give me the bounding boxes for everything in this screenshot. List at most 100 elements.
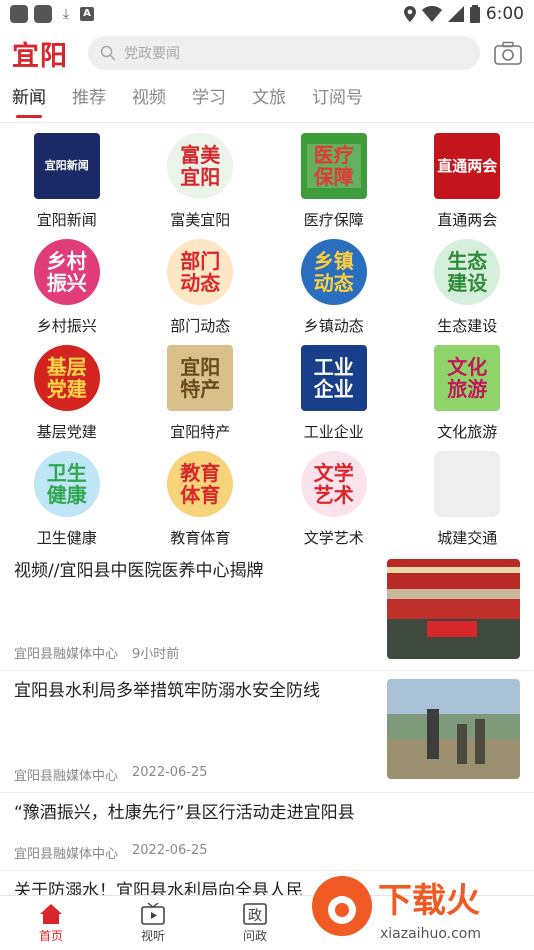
news-meta: 宜阳县融媒体中心 2022-06-25 <box>14 765 377 784</box>
category-item-rural-revival[interactable]: 乡村振兴 乡村振兴 <box>0 239 134 339</box>
news-title: 宜阳县水利局多举措筑牢防溺水安全防线 <box>14 681 320 701</box>
category-label: 医疗保障 <box>303 211 364 229</box>
news-thumbnail <box>387 679 520 779</box>
news-item[interactable]: 宜阳县水利局多举措筑牢防溺水安全防线 宜阳县融媒体中心 2022-06-25 <box>0 671 534 793</box>
category-label: 乡村振兴 <box>36 317 97 335</box>
department-news-icon: 部门动态 <box>167 239 234 305</box>
app-header: 宜阳 党政要闻 <box>0 28 534 78</box>
category-label: 文化旅游 <box>437 423 498 441</box>
health-icon: 卫生健康 <box>33 451 100 517</box>
category-item-medical-insurance[interactable]: 医疗保障 医疗保障 <box>267 133 401 233</box>
rural-revival-icon: 乡村振兴 <box>33 239 100 305</box>
zheng-icon: 政 <box>243 902 267 925</box>
medical-insurance-icon: 医疗保障 <box>300 133 367 199</box>
local-specialty-icon: 宜阳特产 <box>167 345 234 411</box>
education-sports-icon: 教育体育 <box>167 451 234 517</box>
urban-transport-icon <box>434 451 501 517</box>
category-label: 工业企业 <box>303 423 364 441</box>
category-label: 直通两会 <box>437 211 498 229</box>
tab-news[interactable]: 新闻 <box>12 78 46 122</box>
status-bar: ⤓ A 6:00 <box>0 0 534 28</box>
tv-icon <box>141 902 165 925</box>
news-time: 2022-06-25 <box>132 765 208 780</box>
category-item-eco-construction[interactable]: 生态建设 生态建设 <box>401 239 534 339</box>
category-label: 教育体育 <box>170 529 231 547</box>
app-logo: 宜阳 <box>12 40 68 72</box>
literature-art-icon: 文学艺术 <box>300 451 367 517</box>
category-item-fumei-yiyang[interactable]: 富美宜阳 富美宜阳 <box>134 133 268 233</box>
news-title: 视频//宜阳县中医院医养中心揭牌 <box>14 561 264 581</box>
watermark-logo: 下载火 xiazaihuo.com <box>312 876 481 942</box>
eco-construction-icon: 生态建设 <box>434 239 501 305</box>
category-label: 部门动态 <box>170 317 231 335</box>
nav-watch-listen[interactable]: 视听 <box>102 896 204 950</box>
notification-icon <box>34 5 52 23</box>
tab-study[interactable]: 学习 <box>192 78 226 122</box>
watermark-url: xiazaihuo.com <box>380 926 481 942</box>
location-icon <box>403 6 416 22</box>
home-icon <box>40 903 62 924</box>
yiyang-news-icon: 宜阳新闻 <box>33 133 100 199</box>
category-item-two-sessions[interactable]: 直通两会 直通两会 <box>401 133 534 233</box>
nav-label: 视听 <box>140 928 165 943</box>
search-bar[interactable]: 党政要闻 <box>88 36 480 70</box>
category-item-party-building[interactable]: 基层党建 基层党建 <box>0 345 134 445</box>
tab-culture-travel[interactable]: 文旅 <box>252 78 286 122</box>
category-item-yiyang-news[interactable]: 宜阳新闻 宜阳新闻 <box>0 133 134 233</box>
category-label: 宜阳新闻 <box>36 211 97 229</box>
news-thumbnail <box>387 559 520 659</box>
category-label: 乡镇动态 <box>303 317 364 335</box>
category-item-department-news[interactable]: 部门动态 部门动态 <box>134 239 268 339</box>
nav-label: 首页 <box>38 928 63 943</box>
news-meta: 宜阳县融媒体中心 9小时前 <box>14 643 377 662</box>
notification-icon <box>10 5 28 23</box>
two-sessions-icon: 直通两会 <box>434 133 501 199</box>
category-label: 城建交通 <box>437 529 498 547</box>
news-time: 2022-06-25 <box>132 843 208 858</box>
category-label: 卫生健康 <box>36 529 97 547</box>
category-item-education-sports[interactable]: 教育体育 教育体育 <box>134 451 268 551</box>
culture-tourism-icon: 文化旅游 <box>434 345 501 411</box>
channel-tabs: 新闻 推荐 视频 学习 文旅 订阅号 <box>0 78 534 123</box>
category-label: 文学艺术 <box>303 529 364 547</box>
category-label: 宜阳特产 <box>170 423 231 441</box>
search-icon <box>100 45 116 61</box>
nav-inquiry[interactable]: 政 问政 <box>204 896 306 950</box>
signal-icon <box>447 6 464 22</box>
category-item-local-specialty[interactable]: 宜阳特产 宜阳特产 <box>134 345 268 445</box>
category-label: 基层党建 <box>36 423 97 441</box>
news-time: 9小时前 <box>132 647 180 662</box>
news-meta: 宜阳县融媒体中心 2022-06-25 <box>14 843 510 862</box>
category-item-township-news[interactable]: 乡镇动态 乡镇动态 <box>267 239 401 339</box>
status-time: 6:00 <box>485 4 524 24</box>
nav-home[interactable]: 首页 <box>0 896 102 950</box>
fumei-yiyang-icon: 富美宜阳 <box>167 133 234 199</box>
category-item-health[interactable]: 卫生健康 卫生健康 <box>0 451 134 551</box>
category-item-urban-transport[interactable]: 城建交通 <box>401 451 534 551</box>
wifi-icon <box>421 6 442 22</box>
news-source: 宜阳县融媒体中心 <box>14 647 119 662</box>
news-source: 宜阳县融媒体中心 <box>14 769 119 784</box>
township-news-icon: 乡镇动态 <box>300 239 367 305</box>
app-a-icon: A <box>80 7 94 21</box>
news-title: “豫酒振兴，杜康先行”县区行活动走进宜阳县 <box>14 803 355 823</box>
party-building-icon: 基层党建 <box>33 345 100 411</box>
news-item[interactable]: 视频//宜阳县中医院医养中心揭牌 宜阳县融媒体中心 9小时前 <box>0 551 534 671</box>
tab-recommend[interactable]: 推荐 <box>72 78 106 122</box>
industry-icon: 工业企业 <box>300 345 367 411</box>
tab-subscriptions[interactable]: 订阅号 <box>312 78 363 122</box>
news-item[interactable]: “豫酒振兴，杜康先行”县区行活动走进宜阳县 宜阳县融媒体中心 2022-06-2… <box>0 793 534 871</box>
category-label: 生态建设 <box>437 317 498 335</box>
category-item-industry[interactable]: 工业企业 工业企业 <box>267 345 401 445</box>
nav-label: 问政 <box>242 928 267 943</box>
category-item-culture-tourism[interactable]: 文化旅游 文化旅游 <box>401 345 534 445</box>
category-item-literature-art[interactable]: 文学艺术 文学艺术 <box>267 451 401 551</box>
battery-icon <box>469 5 480 23</box>
camera-icon[interactable] <box>494 41 522 65</box>
status-right: 6:00 <box>403 4 524 24</box>
search-placeholder: 党政要闻 <box>124 46 180 62</box>
tab-video[interactable]: 视频 <box>132 78 166 122</box>
download-icon: ⤓ <box>62 6 70 22</box>
category-label: 富美宜阳 <box>170 211 231 229</box>
watermark-brand: 下载火 <box>378 881 480 921</box>
